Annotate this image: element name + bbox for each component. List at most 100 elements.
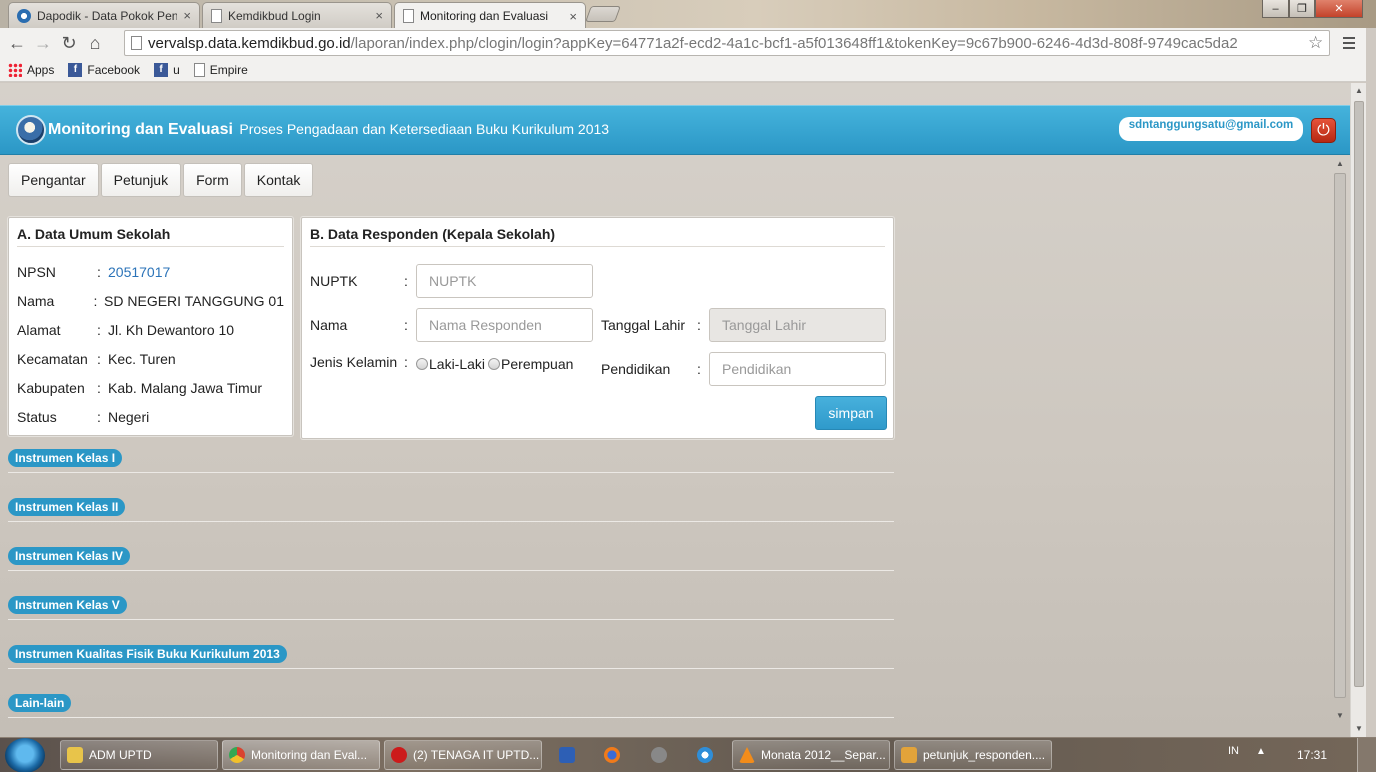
task-label: Monitoring dan Eval... [251, 748, 368, 762]
tab-close-icon[interactable]: × [183, 8, 191, 23]
forward-arrow-icon[interactable]: → [30, 30, 56, 56]
address-bar[interactable]: vervalsp.data.kemdikbud.go.id/laporan/in… [124, 30, 1330, 56]
instrument-kelas-2-tab[interactable]: Instrumen Kelas II [8, 498, 126, 516]
minimize-button[interactable]: – [1262, 0, 1289, 18]
pendidikan-label: Pendidikan [601, 361, 671, 377]
info-separator: : [97, 350, 101, 367]
radio-perempuan[interactable]: Perempuan [488, 356, 573, 372]
nuptk-input[interactable]: NUPTK [416, 264, 593, 298]
info-row-kabupaten: Kabupaten : Kab. Malang Jawa Timur [17, 373, 284, 402]
nama-label: Nama [310, 317, 348, 333]
language-indicator[interactable]: IN [1228, 745, 1239, 757]
folder-icon [67, 747, 83, 763]
tab-title: Monitoring dan Evaluasi [420, 9, 549, 23]
field-separator: : [697, 361, 701, 377]
instrument-section: Instrumen Kelas I [8, 449, 894, 473]
back-arrow-icon[interactable]: ← [4, 30, 30, 56]
bookmark-u[interactable]: f u [154, 62, 180, 77]
url-path: /laporan/index.php/clogin/login?appKey=6… [350, 34, 1238, 52]
browser-toolbar: ← → ↻ ⌂ vervalsp.data.kemdikbud.go.id/la… [0, 28, 1366, 58]
info-separator: : [97, 379, 101, 396]
internet-explorer-icon[interactable] [697, 747, 713, 763]
title-bar: Dapodik - Data Pokok Pen × Kemdikbud Log… [0, 0, 1376, 29]
scroll-thumb[interactable] [1354, 101, 1364, 687]
speed-icon[interactable] [651, 747, 667, 763]
opera-icon [391, 747, 407, 763]
tanggal-lahir-row: Tanggal Lahir : Tanggal Lahir [601, 308, 886, 342]
pendidikan-row: Pendidikan : Pendidikan [601, 352, 886, 386]
school-panel-title: A. Data Umum Sekolah [17, 226, 284, 247]
nav-kontak-button[interactable]: Kontak [243, 163, 314, 197]
nav-form-button[interactable]: Form [183, 163, 242, 197]
windows-start-icon[interactable] [5, 738, 45, 772]
clock[interactable]: 17:31 [1297, 748, 1327, 762]
reload-icon[interactable]: ↻ [56, 30, 82, 56]
page-viewport: Monitoring dan Evaluasi Proses Pengadaan… [0, 83, 1366, 737]
tray-arrow-icon[interactable]: ▲ [1256, 746, 1266, 757]
maximize-button[interactable]: ❐ [1289, 0, 1315, 18]
new-tab-button[interactable] [585, 6, 621, 22]
tanggal-lahir-input[interactable]: Tanggal Lahir [709, 308, 886, 342]
show-desktop-button[interactable] [1357, 738, 1376, 772]
bookmark-empire[interactable]: Empire [193, 62, 248, 77]
info-label: Kabupaten [17, 379, 85, 396]
shield-icon[interactable] [559, 747, 575, 763]
tab-monitoring[interactable]: Monitoring dan Evaluasi × [394, 2, 586, 29]
instrument-kualitas-fisik-tab[interactable]: Instrumen Kualitas Fisik Buku Kurikulum … [8, 645, 287, 663]
home-icon[interactable]: ⌂ [82, 30, 108, 56]
jenis-kelamin-row: Jenis Kelamin : Laki-Laki Perempuan [310, 352, 573, 372]
scroll-down-arrow-icon[interactable]: ▼ [1336, 711, 1344, 720]
bookmark-apps[interactable]: Apps [8, 62, 54, 77]
tab-close-icon[interactable]: × [569, 9, 577, 24]
instrument-kelas-4-tab[interactable]: Instrumen Kelas IV [8, 547, 131, 565]
npsn-link[interactable]: 20517017 [108, 264, 170, 280]
firefox-icon[interactable] [604, 747, 620, 763]
user-email-badge[interactable]: sdntanggungsatu@gmail.com [1119, 117, 1303, 141]
radio-laki-laki[interactable]: Laki-Laki [416, 356, 485, 372]
page-scrollbar[interactable]: ▲ ▼ [1350, 83, 1366, 737]
info-separator: : [97, 408, 101, 425]
info-separator: : [93, 292, 98, 309]
radio-button[interactable] [488, 358, 501, 370]
radio-button[interactable] [416, 358, 428, 370]
windows-taskbar: ADM UPTD Monitoring dan Eval... (2) TENA… [0, 737, 1376, 772]
info-value: Kec. Turen [108, 350, 176, 367]
nuptk-label: NUPTK [310, 273, 358, 289]
power-logout-icon[interactable]: ⏻ [1311, 118, 1336, 143]
bookmark-facebook[interactable]: f Facebook [68, 62, 140, 77]
close-window-button[interactable]: ✕ [1315, 0, 1363, 18]
nav-petunjuk-button[interactable]: Petunjuk [100, 163, 182, 197]
instrument-kelas-5-tab[interactable]: Instrumen Kelas V [8, 596, 127, 614]
scroll-up-arrow-icon[interactable]: ▲ [1336, 159, 1344, 168]
task-monitoring[interactable]: Monitoring dan Eval... [222, 740, 380, 770]
info-row-status: Status : Negeri [17, 402, 284, 431]
nav-pengantar-button[interactable]: Pengantar [8, 163, 99, 197]
info-separator: : [97, 321, 101, 338]
task-monata[interactable]: Monata 2012__Separ... [732, 740, 890, 770]
tab-kemdikbud-login[interactable]: Kemdikbud Login × [202, 2, 392, 28]
nama-input[interactable]: Nama Responden [416, 308, 593, 342]
radio-label: Laki-Laki [429, 356, 486, 372]
simpan-button[interactable]: simpan [815, 396, 887, 430]
instrument-kelas-1-tab[interactable]: Instrumen Kelas I [8, 449, 123, 467]
dapodik-favicon-icon [17, 8, 31, 23]
page-icon [211, 8, 222, 23]
task-adm-uptd[interactable]: ADM UPTD [60, 740, 218, 770]
tab-close-icon[interactable]: × [375, 8, 383, 23]
jenis-kelamin-label: Jenis Kelamin [310, 354, 398, 370]
tab-dapodik[interactable]: Dapodik - Data Pokok Pen × [8, 2, 200, 28]
star-bookmark-icon[interactable]: ☆ [1308, 33, 1323, 53]
task-petunjuk[interactable]: petunjuk_responden.... [894, 740, 1052, 770]
tab-title: Kemdikbud Login [228, 8, 321, 23]
inner-scrollbar[interactable]: ▲ ▼ [1332, 155, 1348, 737]
pendidikan-input[interactable]: Pendidikan [709, 352, 886, 386]
scroll-up-arrow-icon[interactable]: ▲ [1355, 86, 1363, 95]
scroll-down-arrow-icon[interactable]: ▼ [1355, 724, 1363, 733]
menu-hamburger-icon[interactable] [1338, 32, 1360, 54]
field-separator: : [404, 317, 408, 333]
info-row-npsn: NPSN : 20517017 [17, 257, 284, 286]
scroll-thumb[interactable] [1334, 173, 1346, 698]
task-tenaga-it[interactable]: (2) TENAGA IT UPTD... [384, 740, 542, 770]
instrument-lain-lain-tab[interactable]: Lain-lain [8, 694, 72, 712]
respondent-panel: B. Data Responden (Kepala Sekolah) NUPTK… [301, 217, 894, 439]
